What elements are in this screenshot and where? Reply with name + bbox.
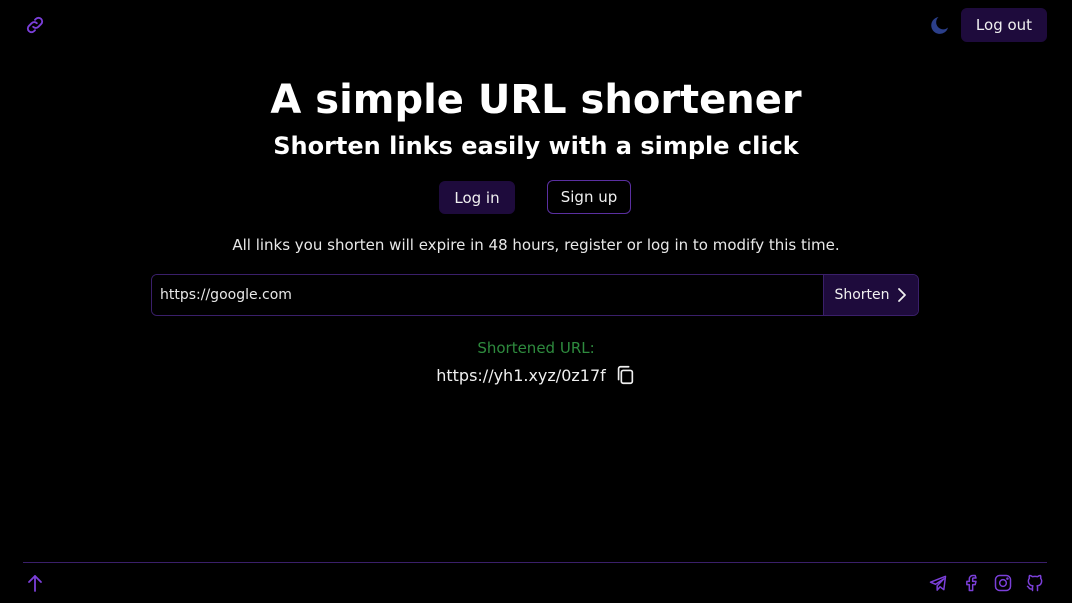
chevron-right-icon — [897, 288, 906, 302]
expiry-info-text: All links you shorten will expire in 48 … — [232, 236, 840, 254]
instagram-icon[interactable] — [993, 573, 1013, 593]
footer-divider — [23, 562, 1047, 563]
moon-icon[interactable] — [928, 13, 952, 37]
page: Log out A simple URL shortener Shorten l… — [0, 0, 1072, 603]
shortened-url[interactable]: https://yh1.xyz/0z17f — [436, 366, 606, 385]
shorten-form: Shorten — [151, 274, 919, 316]
arrow-up-icon[interactable] — [26, 573, 44, 593]
shorten-button-label: Shorten — [834, 287, 890, 303]
page-subtitle: Shorten links easily with a simple click — [273, 132, 799, 160]
facebook-icon[interactable] — [961, 573, 981, 593]
copy-icon[interactable] — [614, 364, 636, 386]
shorten-button[interactable]: Shorten — [823, 275, 918, 315]
shortened-url-label: Shortened URL: — [477, 339, 595, 357]
login-button[interactable]: Log in — [439, 181, 515, 214]
link-icon[interactable] — [24, 14, 46, 36]
github-icon[interactable] — [1025, 573, 1045, 593]
shortened-url-row: https://yh1.xyz/0z17f — [0, 362, 1072, 388]
page-title: A simple URL shortener — [270, 77, 802, 123]
signup-button[interactable]: Sign up — [547, 180, 631, 214]
logout-button[interactable]: Log out — [961, 8, 1047, 42]
telegram-icon[interactable] — [928, 573, 948, 593]
url-input[interactable] — [152, 275, 823, 315]
